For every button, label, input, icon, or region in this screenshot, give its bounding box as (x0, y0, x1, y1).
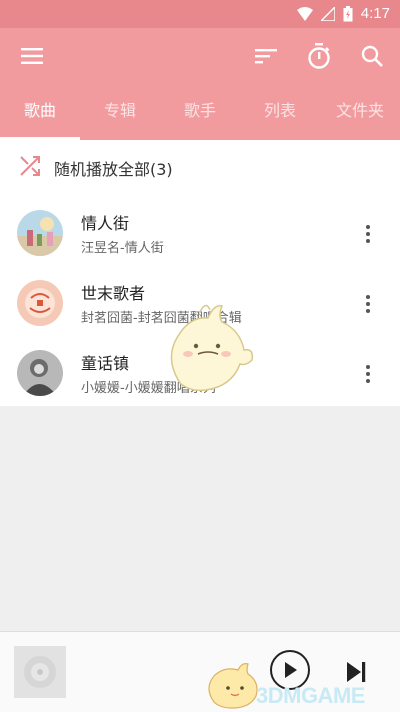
status-time: 4:17 (360, 5, 390, 22)
disc-icon (24, 656, 56, 688)
now-playing-cover[interactable] (14, 646, 66, 698)
album-cover (17, 350, 63, 396)
tab-playlists[interactable]: 列表 (240, 84, 320, 140)
tab-songs[interactable]: 歌曲 (0, 84, 80, 140)
more-options-icon[interactable] (354, 360, 382, 388)
wifi-icon (296, 6, 313, 21)
watermark-text: 3DMGAME (256, 683, 365, 708)
next-track-icon[interactable] (344, 660, 368, 684)
album-cover (17, 210, 63, 256)
battery-icon (343, 5, 353, 21)
song-artist-album: 汪昱名-情人街 (81, 241, 164, 256)
more-options-icon[interactable] (354, 290, 382, 318)
watermark-mascot (208, 663, 258, 709)
timer-icon[interactable] (303, 40, 335, 72)
toolbar (0, 28, 400, 84)
shuffle-all-label: 随机播放全部(3) (54, 160, 173, 179)
song-title: 童话镇 (81, 354, 130, 373)
play-icon (285, 662, 297, 678)
tab-folders[interactable]: 文件夹 (320, 84, 400, 140)
search-icon[interactable] (356, 40, 388, 72)
sort-icon[interactable] (250, 40, 282, 72)
tab-artists[interactable]: 歌手 (160, 84, 240, 140)
mascot-sticker (170, 304, 254, 392)
more-options-icon[interactable] (354, 220, 382, 248)
tab-bar: 歌曲 专辑 歌手 列表 文件夹 (0, 84, 400, 140)
shuffle-all-row[interactable]: 随机播放全部(3) (0, 140, 400, 192)
tab-albums[interactable]: 专辑 (80, 84, 160, 140)
signal-icon (320, 6, 335, 21)
status-bar: 4:17 (0, 0, 400, 28)
menu-icon[interactable] (16, 40, 48, 72)
song-title: 情人街 (81, 214, 130, 233)
album-cover (17, 280, 63, 326)
shuffle-icon (20, 156, 40, 176)
song-title: 世末歌者 (81, 284, 146, 303)
song-row[interactable]: 情人街 汪昱名-情人街 (0, 198, 400, 268)
